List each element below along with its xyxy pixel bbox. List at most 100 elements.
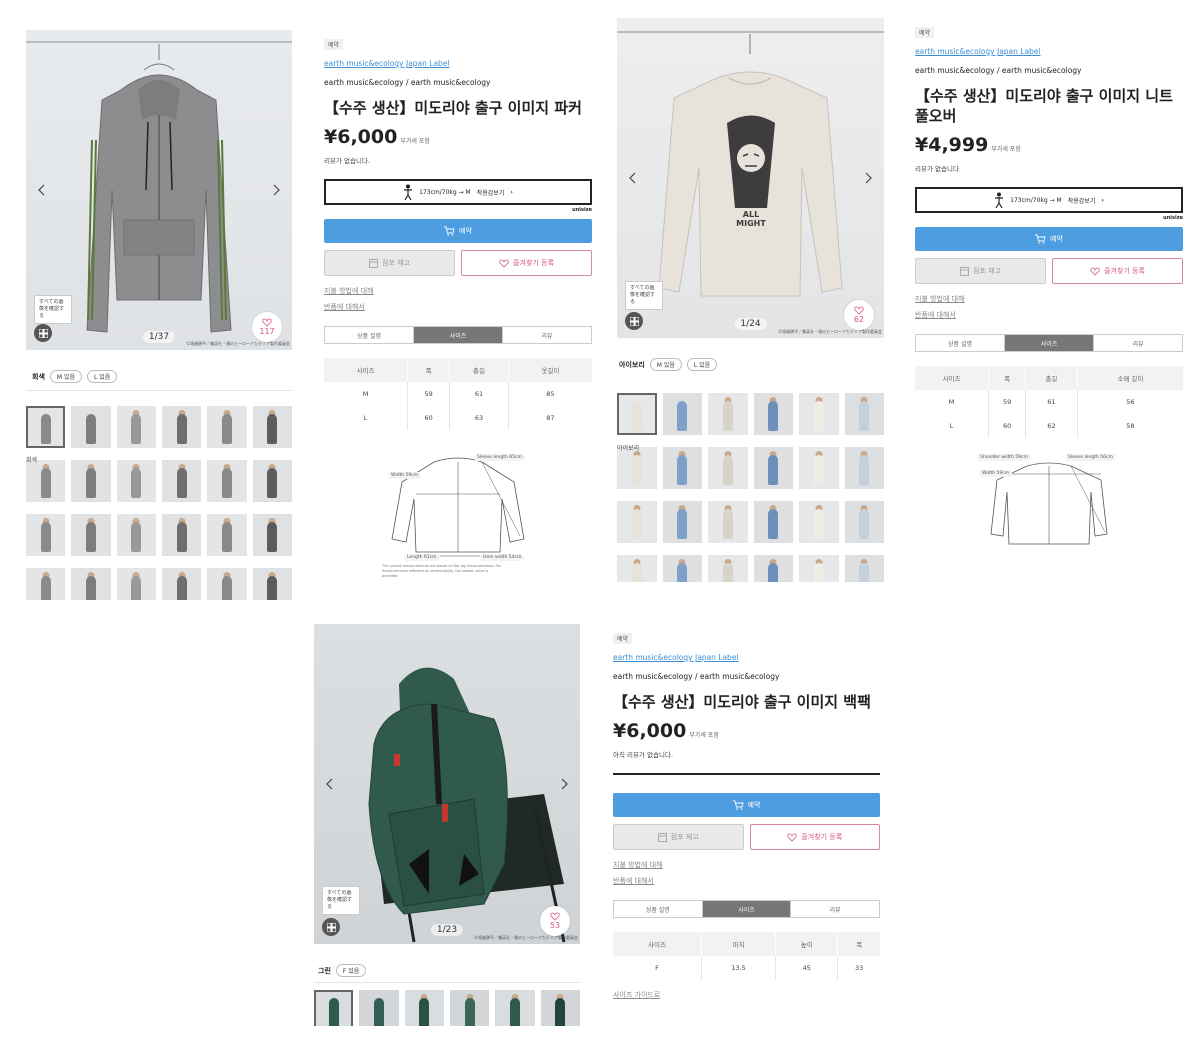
thumbnail[interactable] (252, 568, 292, 600)
thumbnail[interactable] (662, 555, 702, 582)
thumbnail[interactable] (617, 447, 657, 489)
tab-size[interactable]: 사이즈 (702, 901, 792, 917)
size-option-l[interactable]: L 있음 (87, 370, 118, 383)
thumbnail[interactable] (844, 501, 884, 543)
tab-description[interactable]: 상품 설명 (916, 335, 1005, 351)
thumbnail[interactable] (252, 406, 292, 448)
brand-link[interactable]: earth music&ecology Japan Label (324, 59, 592, 68)
thumbnail[interactable] (662, 447, 702, 489)
thumbnail[interactable] (116, 514, 156, 556)
size-option-m[interactable]: M 있음 (49, 370, 83, 383)
chevron-left-icon[interactable] (625, 170, 641, 186)
brand-link[interactable]: earth music&ecology Japan Label (613, 653, 880, 662)
product2-main-photo[interactable]: ALL MIGHT すべての画像を確認する 1/24 62 ©堀越耕平／集英社・… (617, 18, 884, 338)
thumbnail[interactable] (753, 501, 793, 543)
thumbnail[interactable] (540, 990, 580, 1026)
thumbnail[interactable] (708, 501, 748, 543)
thumbnail[interactable] (753, 447, 793, 489)
tab-description[interactable]: 상품 설명 (325, 327, 414, 343)
payment-link[interactable]: 지불 방법에 대해 (324, 286, 592, 296)
add-favorite-button[interactable]: 즐겨찾기 등록 (749, 824, 880, 850)
thumbnail[interactable] (662, 501, 702, 543)
payment-link[interactable]: 지불 방법에 대해 (915, 294, 1183, 304)
tab-size[interactable]: 사이즈 (414, 327, 503, 343)
grid-icon[interactable] (322, 918, 340, 936)
grid-icon[interactable] (625, 312, 643, 330)
thumbnail[interactable] (799, 447, 839, 489)
thumbnail[interactable] (161, 568, 202, 600)
tab-size[interactable]: 사이즈 (1005, 335, 1094, 351)
thumbnail[interactable] (617, 555, 657, 582)
thumbnail[interactable] (753, 393, 793, 435)
thumbnail[interactable] (314, 990, 354, 1026)
thumbnail[interactable] (708, 555, 748, 582)
size-guide-link[interactable]: 사이즈 가이드로 (613, 990, 880, 1000)
store-stock-button[interactable]: 점포 재고 (324, 250, 455, 276)
thumbnail[interactable] (161, 514, 202, 556)
thumbnail[interactable] (708, 447, 748, 489)
thumbnail[interactable] (844, 555, 884, 582)
thumbnail[interactable] (26, 514, 66, 556)
thumbnail[interactable] (844, 393, 884, 435)
thumbnail[interactable] (252, 460, 292, 502)
add-favorite-button[interactable]: 즐겨찾기 등록 (1052, 258, 1183, 284)
chevron-right-icon[interactable] (860, 170, 876, 186)
chevron-right-icon[interactable] (268, 182, 284, 198)
reserve-button[interactable]: 예약 (613, 793, 880, 817)
size-option-f[interactable]: F 있음 (335, 964, 367, 977)
thumbnail[interactable] (844, 447, 884, 489)
thumbnail[interactable] (71, 406, 111, 448)
thumbnail[interactable] (617, 501, 657, 543)
tab-reviews[interactable]: 리뷰 (791, 901, 879, 917)
chevron-right-icon[interactable] (556, 776, 572, 792)
store-stock-button[interactable]: 점포 재고 (915, 258, 1046, 284)
thumbnail[interactable] (799, 501, 839, 543)
thumbnail[interactable] (404, 990, 444, 1026)
thumbnail[interactable] (116, 568, 156, 600)
reserve-button[interactable]: 예약 (915, 227, 1183, 251)
thumbnail[interactable] (753, 555, 793, 582)
thumbnail[interactable] (708, 393, 748, 435)
thumbnail[interactable] (207, 514, 247, 556)
chevron-left-icon[interactable] (322, 776, 338, 792)
thumbnail[interactable] (71, 514, 111, 556)
thumbnail[interactable] (449, 990, 490, 1026)
add-favorite-button[interactable]: 즐겨찾기 등록 (461, 250, 592, 276)
thumbnail[interactable] (161, 406, 202, 448)
thumbnail[interactable] (71, 568, 111, 600)
thumbnail[interactable] (26, 568, 66, 600)
thumbnail[interactable] (495, 990, 535, 1026)
tab-reviews[interactable]: 리뷰 (503, 327, 591, 343)
returns-link[interactable]: 반품에 대해서 (324, 302, 592, 312)
thumbnail[interactable] (116, 406, 156, 448)
thumbnail[interactable] (207, 568, 247, 600)
reserve-button[interactable]: 예약 (324, 219, 592, 243)
grid-icon[interactable] (34, 324, 52, 342)
thumbnail[interactable] (662, 393, 702, 435)
product3-main-photo[interactable]: すべての画像を確認する 1/23 53 ©堀越耕平／集英社・僕のヒーローアカデミ… (314, 624, 580, 944)
thumbnail[interactable] (116, 460, 156, 502)
thumbnail[interactable] (359, 990, 399, 1026)
thumbnail[interactable] (71, 460, 111, 502)
product1-main-photo[interactable]: すべての画像を確認する 1/37 117 ©堀越耕平／集英社・僕のヒーローアカデ… (26, 30, 292, 350)
thumbnail[interactable] (26, 460, 66, 502)
fit-check-button[interactable]: 173cm/70kg → M 착용감보기 › (324, 179, 592, 205)
tab-reviews[interactable]: 리뷰 (1094, 335, 1182, 351)
size-option-m[interactable]: M 있음 (649, 358, 682, 371)
thumbnail[interactable] (252, 514, 292, 556)
store-stock-button[interactable]: 점포 재고 (613, 824, 744, 850)
thumbnail[interactable] (207, 406, 247, 448)
favorite-button[interactable]: 62 (844, 300, 874, 330)
thumbnail[interactable] (799, 555, 839, 582)
thumbnail[interactable] (207, 460, 247, 502)
thumbnail[interactable] (26, 406, 66, 448)
payment-link[interactable]: 지불 방법에 대해 (613, 860, 880, 870)
fit-check-button[interactable]: 173cm/70kg → M 착용감보기 › (915, 187, 1183, 213)
returns-link[interactable]: 반품에 대해서 (915, 310, 1183, 320)
brand-link[interactable]: earth music&ecology Japan Label (915, 47, 1183, 56)
thumbnail[interactable] (617, 393, 657, 435)
favorite-button[interactable]: 117 (252, 312, 282, 342)
favorite-button[interactable]: 53 (540, 906, 570, 936)
chevron-left-icon[interactable] (34, 182, 50, 198)
size-option-l[interactable]: L 있음 (686, 358, 718, 371)
